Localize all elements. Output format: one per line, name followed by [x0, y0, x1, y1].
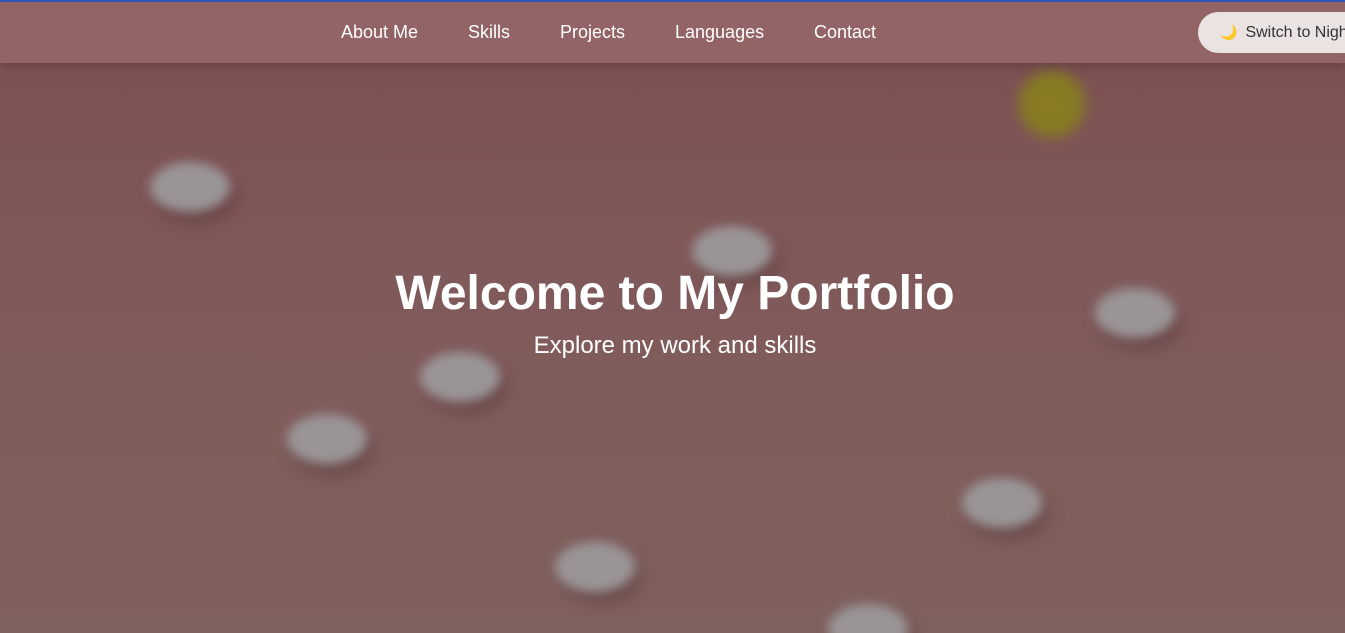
cloud-decoration [555, 542, 635, 592]
night-mode-toggle-label: Switch to Night Mode [1245, 24, 1345, 41]
cloud-decoration [962, 478, 1042, 528]
nav-link-contact[interactable]: Contact [814, 21, 876, 43]
nav-link-projects[interactable]: Projects [560, 21, 625, 43]
cloud-decoration [828, 604, 908, 633]
nav-link-about-me[interactable]: About Me [341, 21, 418, 43]
hero-subtitle: Explore my work and skills [533, 332, 817, 359]
cloud-decoration [150, 162, 230, 212]
nav-link-skills[interactable]: Skills [468, 21, 510, 43]
night-mode-toggle-button[interactable]: 🌙 Switch to Night Mode [1198, 12, 1345, 53]
hero-title: Welcome to My Portfolio [395, 267, 955, 320]
crescent-moon-icon: 🌙 [1220, 24, 1238, 40]
nav-link-languages[interactable]: Languages [675, 21, 764, 43]
portfolio-page: About Me Skills Projects Languages Conta… [0, 0, 1345, 633]
top-accent-line [0, 0, 1345, 2]
top-navbar: About Me Skills Projects Languages Conta… [0, 0, 1345, 63]
cloud-decoration [287, 414, 367, 464]
sun-decoration [1012, 64, 1092, 144]
